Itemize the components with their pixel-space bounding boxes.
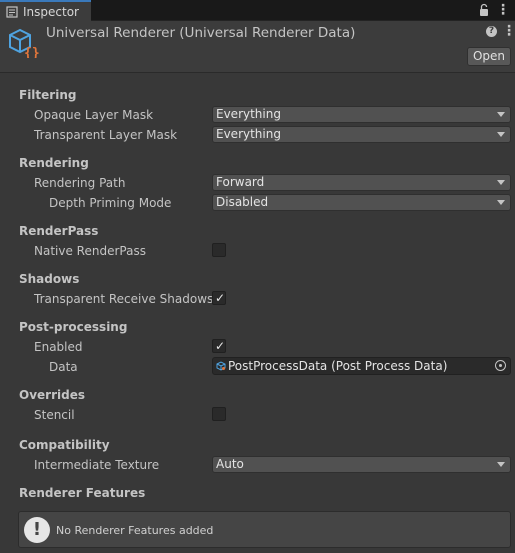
native-renderpass-checkbox[interactable] (212, 243, 226, 257)
checkmark-icon: ✓ (215, 339, 226, 353)
opaque-layer-mask-value: Everything (216, 107, 281, 121)
lock-icon[interactable] (478, 3, 490, 17)
section-renderpass: RenderPass (19, 224, 99, 238)
section-filtering: Filtering (19, 88, 77, 102)
depth-priming-mode-label: Depth Priming Mode (49, 196, 172, 210)
checkmark-icon: ✓ (215, 291, 226, 305)
intermediate-texture-label: Intermediate Texture (34, 458, 160, 472)
stencil-checkbox[interactable] (212, 407, 226, 421)
transparent-layer-mask-dropdown[interactable]: Everything (212, 126, 511, 143)
section-overrides: Overrides (19, 388, 85, 402)
tab-inspector-label: Inspector (23, 4, 79, 19)
post-process-data-label: Data (49, 360, 78, 374)
renderer-features-helpbox: ! No Renderer Features added (18, 511, 511, 548)
object-picker-icon[interactable] (495, 360, 506, 371)
chevron-down-icon (497, 180, 505, 185)
section-renderer-features: Renderer Features (19, 486, 146, 500)
scriptable-object-icon: {} (9, 28, 40, 58)
warning-icon: ! (24, 517, 50, 543)
depth-priming-mode-value: Disabled (216, 195, 269, 209)
tab-inspector[interactable]: Inspector (0, 0, 91, 21)
rendering-path-dropdown[interactable]: Forward (212, 174, 511, 191)
section-rendering: Rendering (19, 156, 89, 170)
post-process-data-field[interactable]: PostProcessData (Post Process Data) (212, 357, 511, 375)
transparent-receive-shadows-checkbox[interactable]: ✓ (212, 291, 226, 305)
section-shadows: Shadows (19, 272, 80, 286)
transparent-receive-shadows-label: Transparent Receive Shadows (34, 292, 214, 306)
section-compatibility: Compatibility (19, 438, 110, 452)
transparent-layer-mask-value: Everything (216, 127, 281, 141)
post-processing-enabled-checkbox[interactable]: ✓ (212, 339, 226, 353)
chevron-down-icon (497, 132, 505, 137)
tab-bar: Inspector ⋮ (0, 0, 515, 21)
depth-priming-mode-dropdown[interactable]: Disabled (212, 194, 511, 211)
help-icon[interactable]: ? (486, 26, 497, 37)
intermediate-texture-dropdown[interactable]: Auto (212, 456, 511, 473)
inspector-header: {} Universal Renderer (Universal Rendere… (0, 21, 515, 73)
asset-title: Universal Renderer (Universal Renderer D… (46, 25, 356, 41)
stencil-label: Stencil (34, 408, 75, 422)
rendering-path-label: Rendering Path (34, 176, 126, 190)
chevron-down-icon (497, 200, 505, 205)
inspector-icon (6, 5, 18, 18)
renderer-features-empty-message: No Renderer Features added (56, 524, 214, 537)
post-processing-enabled-label: Enabled (34, 340, 83, 354)
opaque-layer-mask-label: Opaque Layer Mask (34, 108, 154, 122)
rendering-path-value: Forward (216, 175, 265, 189)
opaque-layer-mask-dropdown[interactable]: Everything (212, 106, 511, 123)
chevron-down-icon (497, 112, 505, 117)
svg-text:{}: {} (24, 46, 40, 58)
chevron-down-icon (497, 462, 505, 467)
native-renderpass-label: Native RenderPass (34, 244, 146, 258)
header-menu-icon[interactable]: ⋮ (502, 23, 515, 39)
section-post-processing: Post-processing (19, 320, 128, 334)
transparent-layer-mask-label: Transparent Layer Mask (34, 128, 178, 142)
open-button[interactable]: Open (467, 47, 511, 66)
scriptable-object-icon (216, 361, 226, 371)
intermediate-texture-value: Auto (216, 457, 244, 471)
post-process-data-value: PostProcessData (Post Process Data) (228, 359, 448, 373)
tab-menu-icon[interactable]: ⋮ (496, 2, 510, 18)
